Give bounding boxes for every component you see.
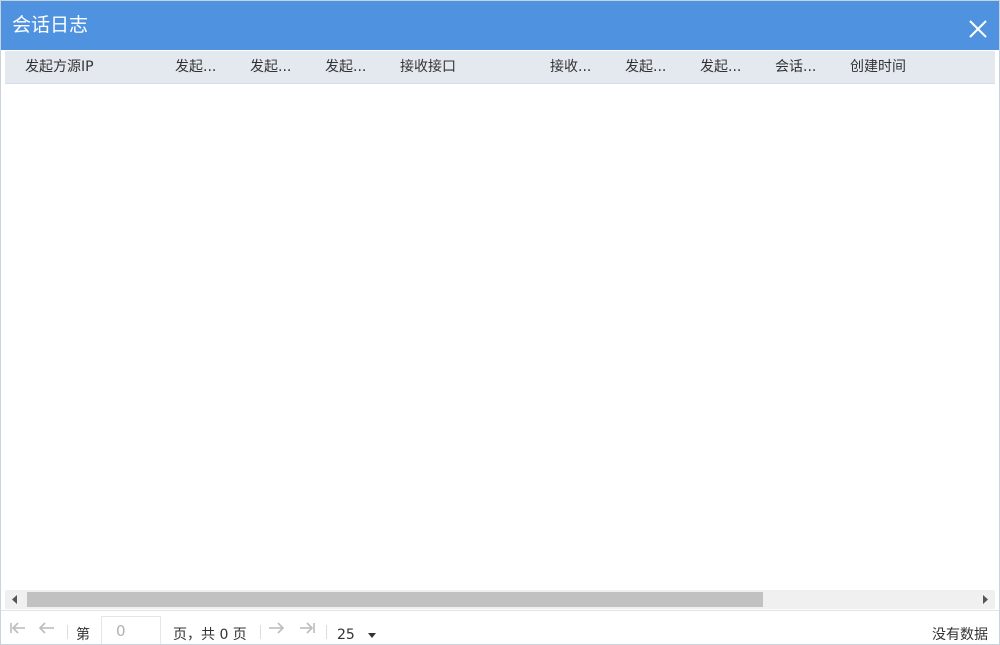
first-page-icon [10, 622, 25, 634]
last-page-icon [300, 622, 315, 634]
horizontal-scrollbar[interactable] [5, 590, 995, 609]
close-icon [969, 20, 987, 38]
column-header-initiator-6[interactable]: 发起... [700, 51, 770, 83]
column-header-receive-2[interactable]: 接收... [550, 51, 620, 83]
scroll-left-arrow-icon [12, 595, 17, 604]
scroll-right-button[interactable] [975, 590, 995, 609]
last-page-button[interactable] [297, 619, 317, 639]
column-header-initiator-4[interactable]: 发起... [325, 51, 395, 83]
column-header-initiator-5[interactable]: 发起... [625, 51, 695, 83]
close-button[interactable] [965, 15, 991, 41]
pager-separator [326, 625, 327, 639]
page-number-input[interactable] [101, 616, 161, 644]
column-header-session[interactable]: 会话... [775, 51, 845, 83]
column-header-initiator-2[interactable]: 发起... [175, 51, 245, 83]
column-header-source-ip[interactable]: 发起方源IP [25, 51, 165, 83]
pager-separator [260, 625, 261, 639]
first-page-button[interactable] [8, 619, 28, 639]
prev-page-button[interactable] [37, 619, 57, 639]
caret-down-icon[interactable] [368, 633, 376, 638]
page-prefix-label: 第 [76, 627, 90, 643]
page-size-select[interactable]: 25 [337, 625, 355, 644]
scroll-left-button[interactable] [5, 590, 25, 609]
no-data-status: 没有数据 [932, 627, 988, 643]
column-header-created-time[interactable]: 创建时间 [850, 51, 980, 83]
column-header-initiator-3[interactable]: 发起... [250, 51, 320, 83]
prev-page-icon [38, 622, 54, 634]
dialog-titlebar: 会话日志 [1, 1, 999, 50]
table-body [5, 84, 995, 589]
pager-separator [67, 625, 68, 639]
scroll-right-arrow-icon [983, 595, 988, 604]
next-page-icon [269, 622, 285, 634]
column-header-receive-interface[interactable]: 接收接口 [400, 51, 540, 83]
dialog-title: 会话日志 [12, 14, 89, 36]
next-page-button[interactable] [266, 619, 286, 639]
table-header: 发起方源IP 发起... 发起... 发起... 接收接口 接收... 发起..… [5, 51, 995, 84]
page-total-label: 页，共 0 页 [173, 627, 247, 643]
session-log-dialog: 会话日志 发起方源IP 发起... 发起... 发起... 接收接口 接收...… [0, 0, 1000, 645]
scrollbar-thumb[interactable] [27, 592, 763, 607]
pagination-bar: 第 页，共 0 页 25 没有数据 [1, 610, 999, 644]
